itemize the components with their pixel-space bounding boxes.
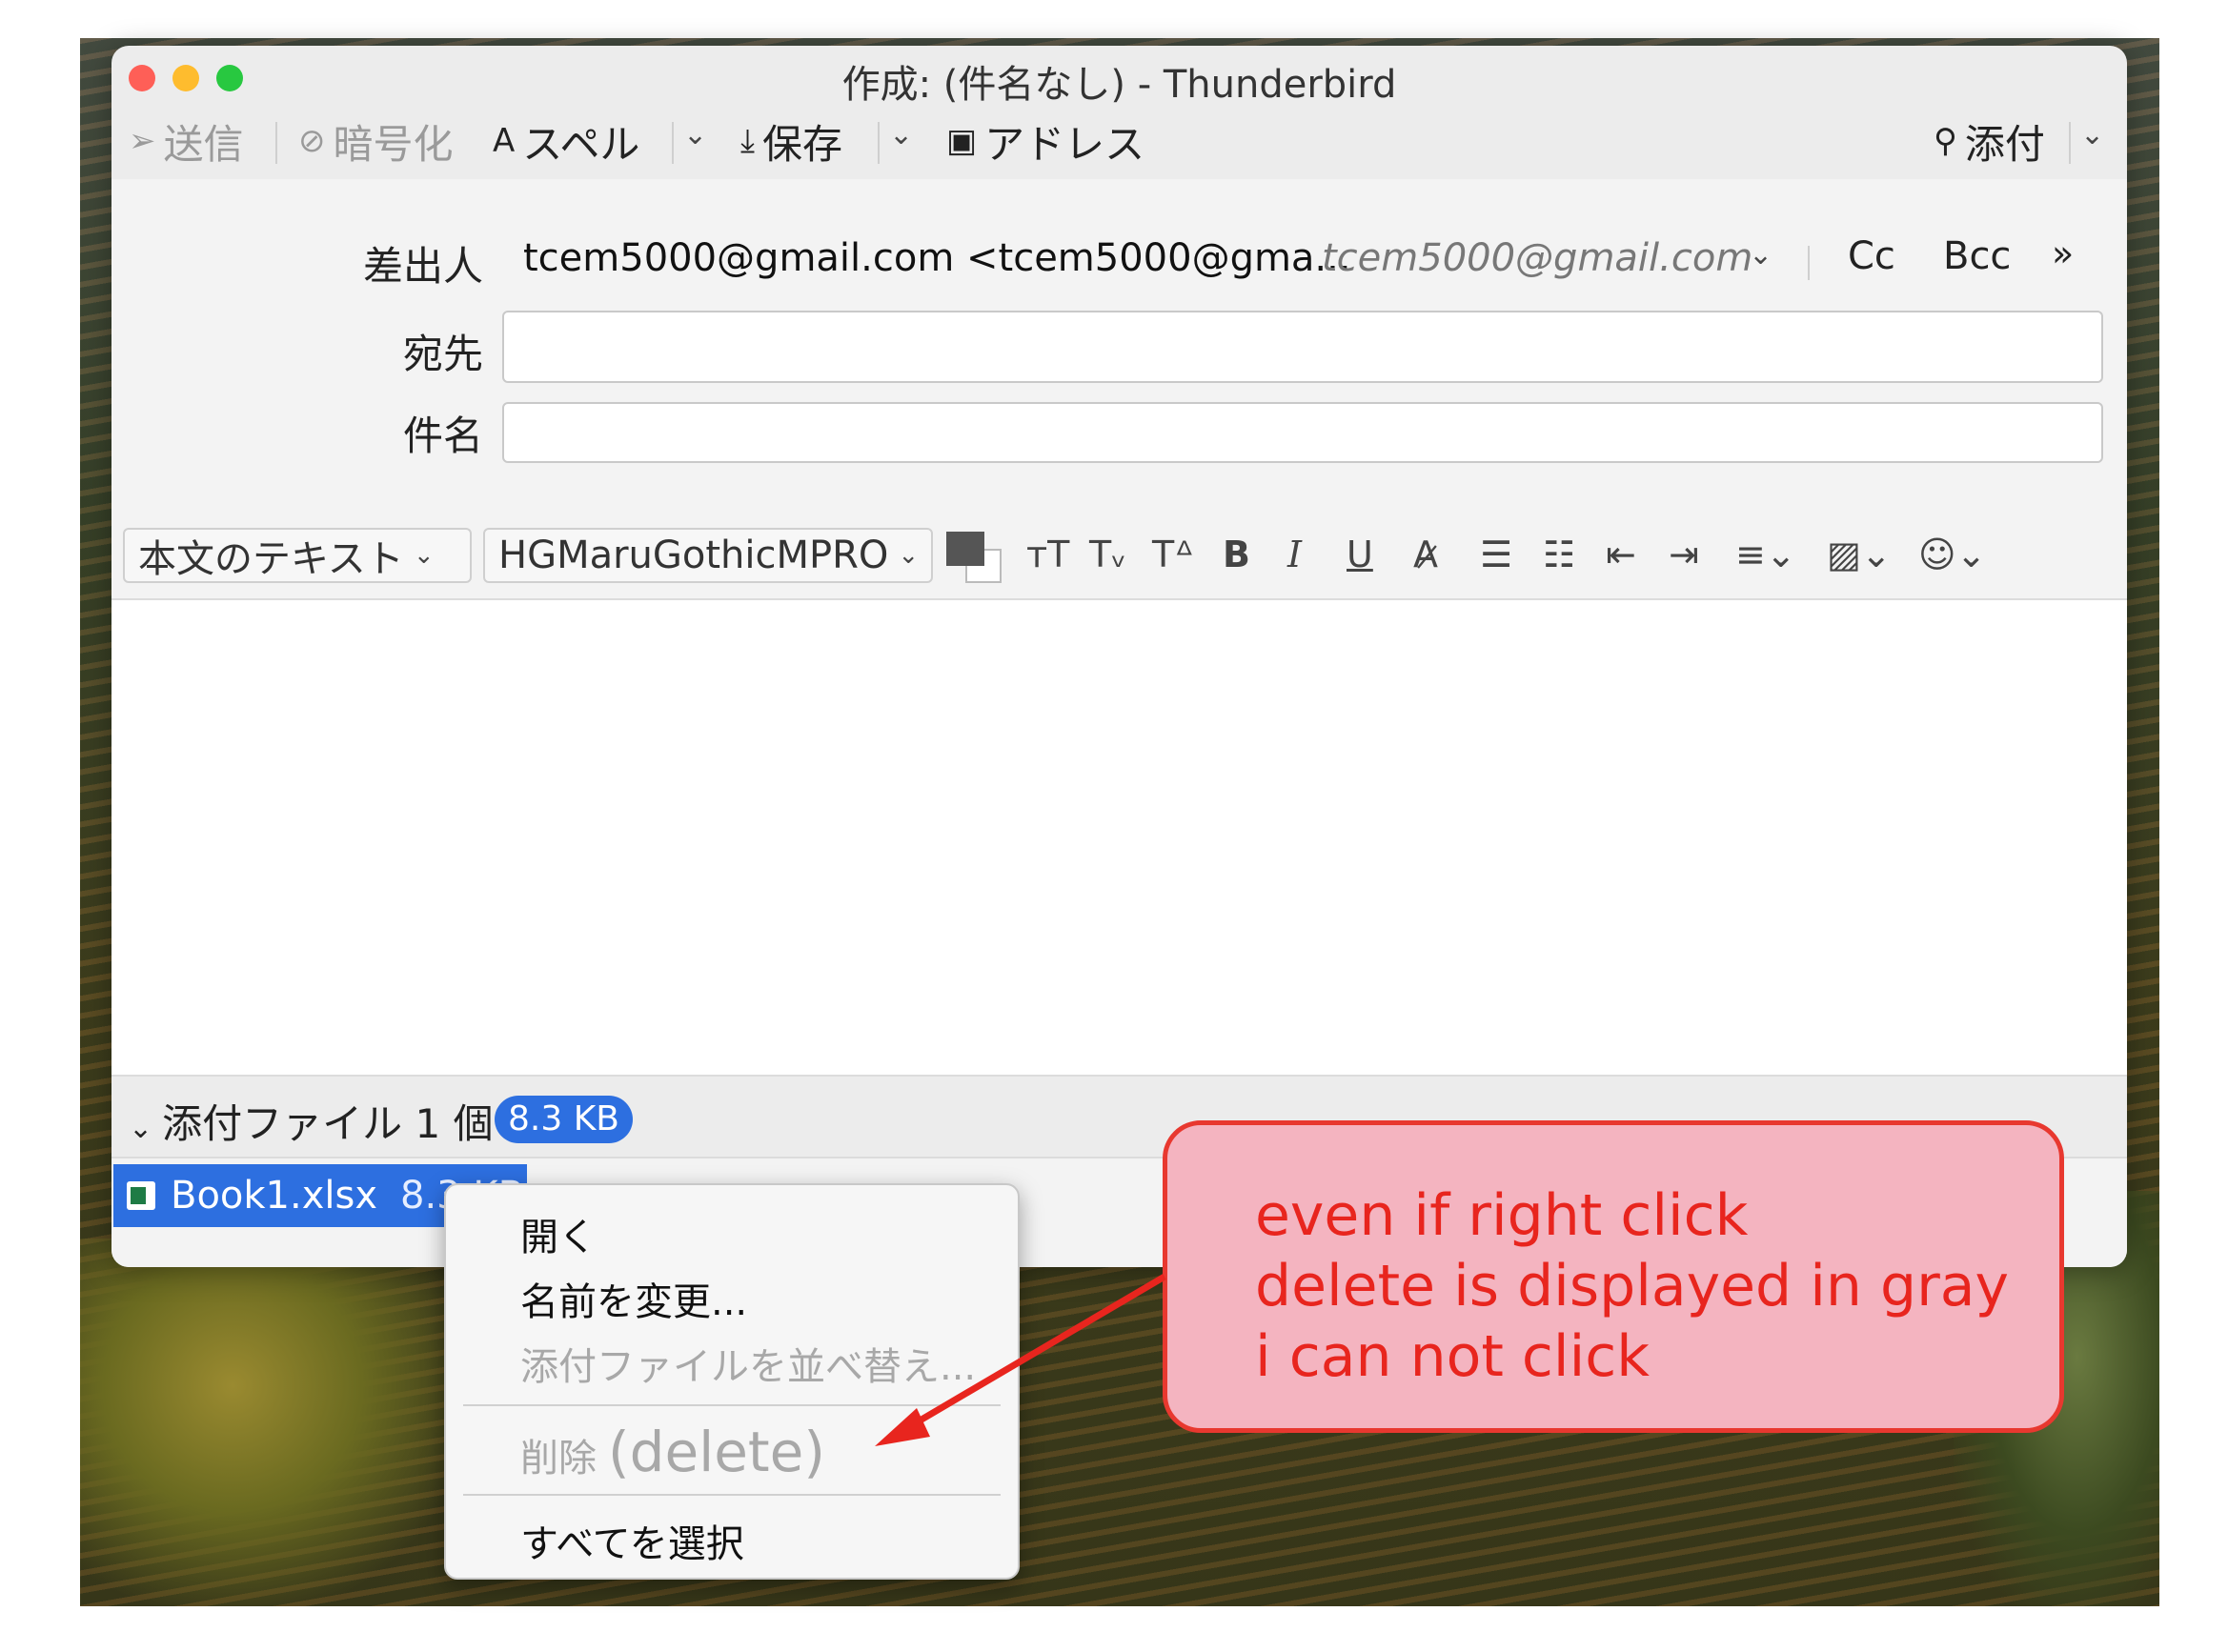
annotation-arrow-icon [875, 1273, 1166, 1446]
